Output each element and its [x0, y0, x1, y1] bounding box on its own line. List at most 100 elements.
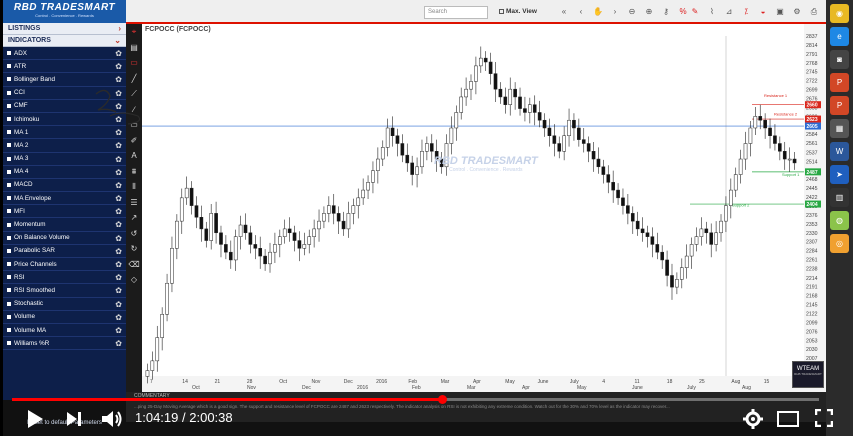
gear-icon[interactable]: ✿ — [115, 168, 122, 177]
candle-body[interactable] — [233, 236, 238, 261]
max-view-toggle[interactable]: Max. View — [499, 8, 537, 15]
text-tool-icon[interactable]: A — [126, 148, 142, 164]
candle-body[interactable] — [704, 228, 709, 234]
indicator-item[interactable]: Volume ✿ — [3, 311, 126, 324]
line-tool-icon[interactable]: ╱ — [126, 71, 142, 87]
candle-body[interactable] — [253, 244, 258, 249]
candle-body[interactable] — [557, 143, 562, 152]
drawing-icon[interactable]: ✎ — [689, 6, 701, 18]
gear-icon[interactable]: ✿ — [115, 62, 122, 71]
candle-body[interactable] — [400, 143, 405, 156]
candle-body[interactable] — [518, 96, 522, 109]
candle-body[interactable] — [586, 143, 591, 152]
candle-body[interactable] — [395, 135, 400, 144]
search-input[interactable]: Search — [424, 6, 488, 19]
candle-body[interactable] — [606, 174, 611, 183]
redo-icon[interactable]: ↻ — [126, 241, 142, 257]
candle-body[interactable] — [194, 205, 199, 218]
arrow-left-icon[interactable]: « — [558, 6, 570, 18]
candle-body[interactable] — [581, 139, 586, 144]
candle-body[interactable] — [532, 104, 537, 113]
indicator-item[interactable]: MA 2 ✿ — [3, 139, 126, 153]
indicator-item[interactable]: Williams %R ✿ — [3, 337, 126, 351]
candle-body[interactable] — [596, 158, 601, 168]
fib-tool-icon[interactable]: ⩩ — [126, 164, 142, 180]
candle-body[interactable] — [380, 147, 385, 160]
candle-body[interactable] — [640, 228, 645, 234]
checkbox-icon[interactable] — [7, 341, 11, 346]
candle-body[interactable] — [331, 205, 336, 214]
candle-body[interactable] — [268, 251, 272, 265]
candle-body[interactable] — [204, 228, 209, 241]
candle-body[interactable] — [778, 143, 782, 152]
checkbox-icon[interactable] — [7, 143, 11, 148]
candle-body[interactable] — [228, 251, 233, 261]
candle-body[interactable] — [523, 108, 527, 113]
candle-body[interactable] — [361, 189, 365, 199]
candle-body[interactable] — [650, 236, 655, 245]
candle-body[interactable] — [665, 259, 669, 276]
tag-icon[interactable]: ◇ — [126, 272, 142, 288]
candle-body[interactable] — [429, 143, 434, 152]
theater-mode-icon[interactable] — [777, 411, 799, 427]
candle-body[interactable] — [719, 220, 723, 234]
candle-body[interactable] — [729, 189, 733, 206]
gear-icon[interactable]: ✿ — [115, 300, 122, 309]
fullscreen-icon[interactable] — [815, 409, 833, 427]
indicator-item[interactable]: ATR ✿ — [3, 60, 126, 74]
telegram-icon[interactable]: ➤ — [830, 165, 849, 184]
chrome-icon[interactable]: ◉ — [830, 4, 849, 23]
candle-body[interactable] — [214, 213, 218, 234]
gear-icon[interactable]: ✿ — [115, 207, 122, 216]
app-icon[interactable]: ▦ — [830, 119, 849, 138]
chevron-right-icon[interactable]: › — [609, 6, 621, 18]
candle-body[interactable] — [714, 232, 718, 245]
candle-body[interactable] — [684, 255, 689, 268]
candle-body[interactable] — [488, 61, 493, 74]
candle-body[interactable] — [145, 370, 150, 377]
candle-body[interactable] — [733, 174, 738, 191]
ruler-icon[interactable]: ⊿ — [723, 6, 735, 18]
checkbox-icon[interactable] — [7, 156, 11, 161]
checkbox-icon[interactable] — [7, 77, 11, 82]
save-icon[interactable]: ▤ — [126, 40, 142, 56]
candle-body[interactable] — [635, 220, 640, 230]
gear-icon[interactable]: ✿ — [115, 286, 122, 295]
candle-body[interactable] — [459, 96, 464, 113]
candle-body[interactable] — [498, 88, 503, 98]
checkbox-icon[interactable] — [7, 196, 11, 201]
candle-body[interactable] — [243, 224, 248, 234]
candle-body[interactable] — [170, 248, 174, 284]
bars-icon[interactable]: ⦀ — [126, 179, 142, 195]
checkbox-icon[interactable] — [7, 182, 11, 187]
checkbox-icon[interactable] — [7, 314, 11, 319]
candle-body[interactable] — [542, 119, 547, 129]
candle-body[interactable] — [327, 205, 331, 214]
candle-body[interactable] — [670, 275, 674, 288]
checkbox-icon[interactable] — [7, 90, 11, 95]
candle-body[interactable] — [297, 240, 302, 249]
pencil-icon[interactable]: ✐ — [126, 133, 142, 149]
zoom-out-icon[interactable]: ⊖ — [626, 6, 638, 18]
candle-body[interactable] — [694, 236, 699, 245]
play-icon[interactable] — [26, 409, 44, 429]
checkbox-icon[interactable] — [7, 301, 11, 306]
candle-body[interactable] — [567, 119, 571, 136]
volume-icon[interactable] — [101, 409, 123, 429]
checkbox-icon[interactable] — [7, 275, 11, 280]
candle-body[interactable] — [645, 232, 650, 237]
checkbox-icon[interactable] — [7, 262, 11, 267]
powerpoint-icon[interactable]: P — [830, 73, 849, 92]
candle-body[interactable] — [302, 244, 307, 249]
gear-icon[interactable]: ✿ — [115, 220, 122, 229]
candle-body[interactable] — [630, 213, 635, 222]
candle-body[interactable] — [474, 65, 478, 82]
candle-body[interactable] — [385, 127, 390, 148]
candle-body[interactable] — [312, 228, 316, 237]
candle-body[interactable] — [513, 88, 517, 98]
media-icon[interactable]: ◎ — [830, 234, 849, 253]
candle-body[interactable] — [577, 127, 581, 140]
candle-body[interactable] — [425, 143, 429, 152]
candle-body[interactable] — [449, 127, 454, 144]
chart-app-icon[interactable]: ▥ — [830, 188, 849, 207]
